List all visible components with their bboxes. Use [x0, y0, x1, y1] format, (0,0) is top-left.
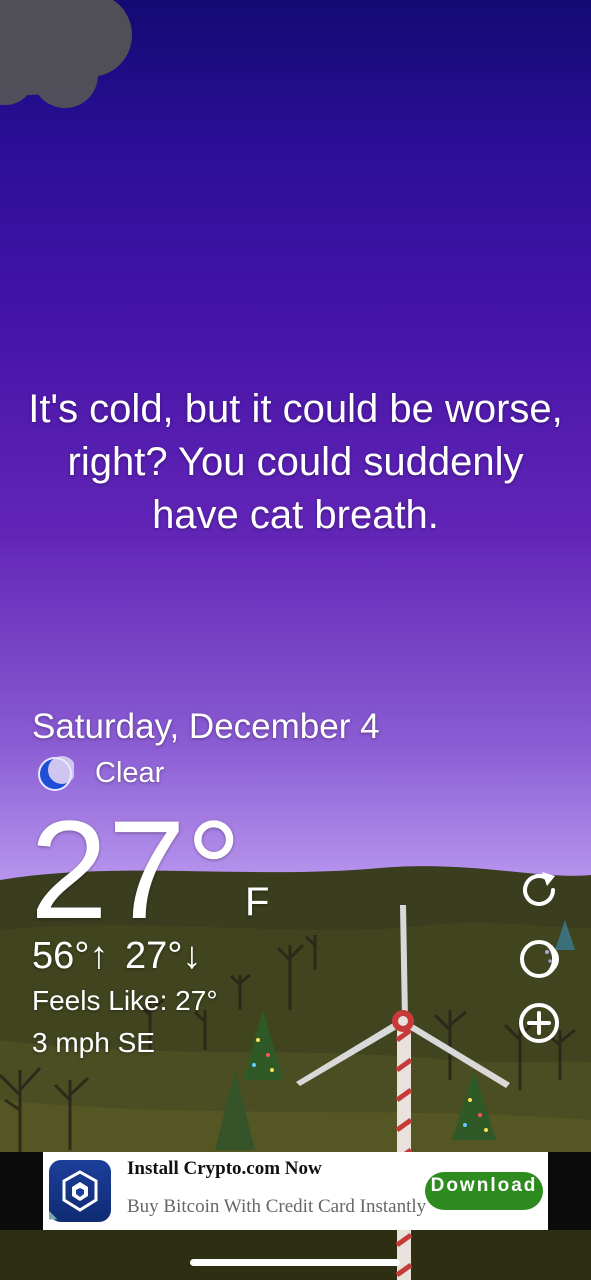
temperature-unit[interactable]: F	[245, 880, 269, 925]
cloud-icon	[0, 0, 132, 108]
weather-quote: It's cold, but it could be worse, right?…	[28, 387, 563, 537]
up-arrow-icon: ↑	[89, 935, 109, 977]
ad-download-button[interactable]: Download	[425, 1172, 543, 1210]
ad-subtitle[interactable]: Buy Bitcoin With Credit Card Instantly	[127, 1196, 432, 1218]
home-indicator[interactable]	[190, 1259, 400, 1266]
add-icon[interactable]	[517, 1001, 561, 1045]
landscape-illustration	[0, 0, 591, 1280]
wind-speed: 3 mph SE	[32, 1027, 155, 1058]
feels-like: Feels Like: 27°	[32, 985, 218, 1016]
current-temperature: 27°	[30, 791, 242, 948]
high-temperature: 56°	[32, 935, 90, 977]
ad-banner[interactable]: ◣ Install Crypto.com Now Buy Bitcoin Wit…	[43, 1152, 548, 1230]
low-temperature: 27°	[125, 935, 183, 977]
ad-choices-icon[interactable]: ◣	[49, 1208, 65, 1224]
high-low-temperature: 56°↑ 27°↓	[32, 935, 202, 978]
moon-icon	[38, 756, 74, 791]
ad-title[interactable]: Install Crypto.com Now	[127, 1158, 322, 1180]
weather-condition: Clear	[95, 757, 165, 789]
ground-strip	[0, 1230, 591, 1280]
moon-phase-icon[interactable]	[517, 937, 561, 981]
refresh-icon[interactable]	[517, 868, 561, 912]
down-arrow-icon: ↓	[182, 935, 202, 977]
weather-date: Saturday, December 4	[32, 707, 380, 746]
weather-scene: It's cold, but it could be worse, right?…	[0, 0, 591, 1280]
